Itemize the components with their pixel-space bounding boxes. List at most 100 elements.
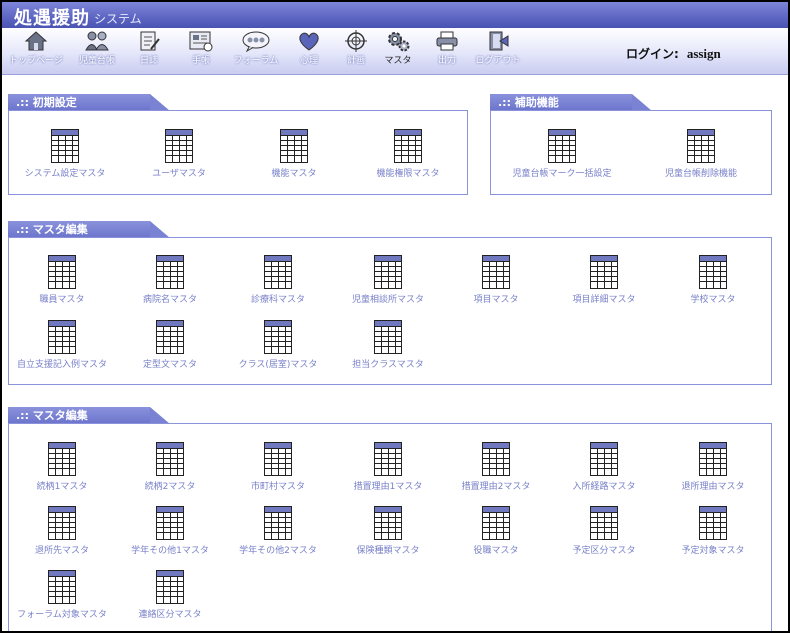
title-bar: 処遇援助 システム [2,2,788,29]
master-item[interactable]: 担当クラスマスタ [333,320,443,370]
table-icon [280,129,308,163]
master-item[interactable]: 学年その他1マスタ [115,506,225,556]
nav-top-page[interactable]: トップページ [6,30,66,66]
login-user: assign [686,46,721,61]
children-icon [85,31,109,51]
master-item-label: ユーザマスタ [152,169,206,179]
master-item-label: 連絡区分マスタ [138,610,202,620]
master-item-label: 学校マスタ [690,295,736,305]
printer-icon [436,31,458,51]
table-icon [482,442,510,476]
table-icon [48,255,76,289]
table-icon [699,442,727,476]
master-item[interactable]: 診療科マスタ [223,255,333,305]
table-icon [394,129,422,163]
master-item[interactable]: 予定区分マスタ [549,506,659,556]
heart-icon [299,32,319,51]
master-item-label: 児童相談所マスタ [351,295,424,305]
table-icon [699,506,727,540]
table-icon [48,570,76,604]
table-icon [156,570,184,604]
master-item[interactable]: ユーザマスタ [124,129,234,179]
nav-diary[interactable]: 日誌 [119,30,179,66]
master-item[interactable]: 退所理由マスタ [658,442,768,492]
master-item[interactable]: 機能権限マスタ [353,129,463,179]
main-toolbar: トップページ 児童台帳 日誌 手帳 フォーラム 心理 計画 マスタ 出力 ログア… [2,28,788,75]
master-item[interactable]: 自立支援記入例マスタ [7,320,117,370]
logout-icon [489,31,509,51]
table-icon [482,506,510,540]
table-icon [590,255,618,289]
master-item-label: 項目詳細マスタ [572,295,636,305]
table-icon [374,506,402,540]
master-item[interactable]: 保険種類マスタ [333,506,443,556]
nav-logout[interactable]: ログアウト [468,30,528,66]
master-item-label: 担当クラスマスタ [352,360,424,370]
master-item[interactable]: 児童台帳削除機能 [646,129,756,179]
master-item[interactable]: 続柄2マスタ [115,442,225,492]
master-item-label: 学年その他2マスタ [239,546,317,556]
master-item[interactable]: 措置理由2マスタ [441,442,551,492]
master-item[interactable]: 連絡区分マスタ [115,570,225,620]
master-item[interactable]: 市町村マスタ [223,442,333,492]
house-icon [24,31,48,51]
master-item[interactable]: システム設定マスタ [10,129,120,179]
master-item[interactable]: 学校マスタ [658,255,768,305]
master-item[interactable]: 措置理由1マスタ [333,442,443,492]
table-icon [156,506,184,540]
table-icon [687,129,715,163]
master-item[interactable]: 予定対象マスタ [658,506,768,556]
master-item-label: 役職マスタ [473,546,519,556]
nav-notebook[interactable]: 手帳 [171,30,231,66]
table-icon [156,320,184,354]
app-window: 処遇援助 システム トップページ 児童台帳 日誌 手帳 フォーラム 心理 計画 … [0,0,790,633]
table-icon [264,442,292,476]
table-icon [590,442,618,476]
master-item-label: 学年その他1マスタ [131,546,209,556]
master-item-label: 退所理由マスタ [681,482,745,492]
master-item[interactable]: 項目詳細マスタ [549,255,659,305]
login-status: ログイン: assign [626,45,721,62]
master-item[interactable]: 学年その他2マスタ [223,506,333,556]
section-tab-support: .:: 補助機能 [490,94,652,111]
master-item[interactable]: 項目マスタ [441,255,551,305]
app-subtitle: システム [94,12,142,26]
table-icon [374,442,402,476]
master-item[interactable]: 入所経路マスタ [549,442,659,492]
master-item-label: 続柄2マスタ [144,482,196,492]
table-icon [264,320,292,354]
master-item-label: 機能マスタ [271,169,317,179]
master-item-label: 定型文マスタ [142,360,197,370]
section-tab-master-edit-1: .:: マスタ編集 [8,221,170,238]
section-tab-initial-settings: .:: 初期設定 [8,94,170,111]
master-item[interactable]: 職員マスタ [7,255,117,305]
master-item[interactable]: 役職マスタ [441,506,551,556]
login-label: ログイン: [626,47,679,61]
master-item-label: 職員マスタ [39,295,85,305]
master-item[interactable]: クラス(居室)マスタ [223,320,333,370]
master-item[interactable]: 児童台帳マーク一括設定 [507,129,617,179]
master-item-label: フォーラム対象マスタ [17,610,107,620]
table-icon [48,506,76,540]
table-icon [374,320,402,354]
master-item[interactable]: 退所先マスタ [7,506,117,556]
table-icon [156,255,184,289]
gear-icon [388,32,410,52]
master-item[interactable]: 病院名マスタ [115,255,225,305]
master-item[interactable]: 定型文マスタ [115,320,225,370]
master-item[interactable]: フォーラム対象マスタ [7,570,117,620]
table-icon [590,506,618,540]
master-item-label: 項目マスタ [473,295,519,305]
master-item-label: 市町村マスタ [250,482,305,492]
table-icon [48,320,76,354]
master-item-label: 機能権限マスタ [376,169,440,179]
master-item-label: 診療科マスタ [250,295,305,305]
master-item[interactable]: 児童相談所マスタ [333,255,443,305]
nav-children-ledger[interactable]: 児童台帳 [67,30,127,66]
app-title: 処遇援助 [14,8,90,29]
nav-forum[interactable]: フォーラム [226,30,286,66]
master-item-label: 措置理由1マスタ [353,482,423,492]
master-item-label: システム設定マスタ [24,169,106,179]
master-item[interactable]: 続柄1マスタ [7,442,117,492]
master-item[interactable]: 機能マスタ [239,129,349,179]
